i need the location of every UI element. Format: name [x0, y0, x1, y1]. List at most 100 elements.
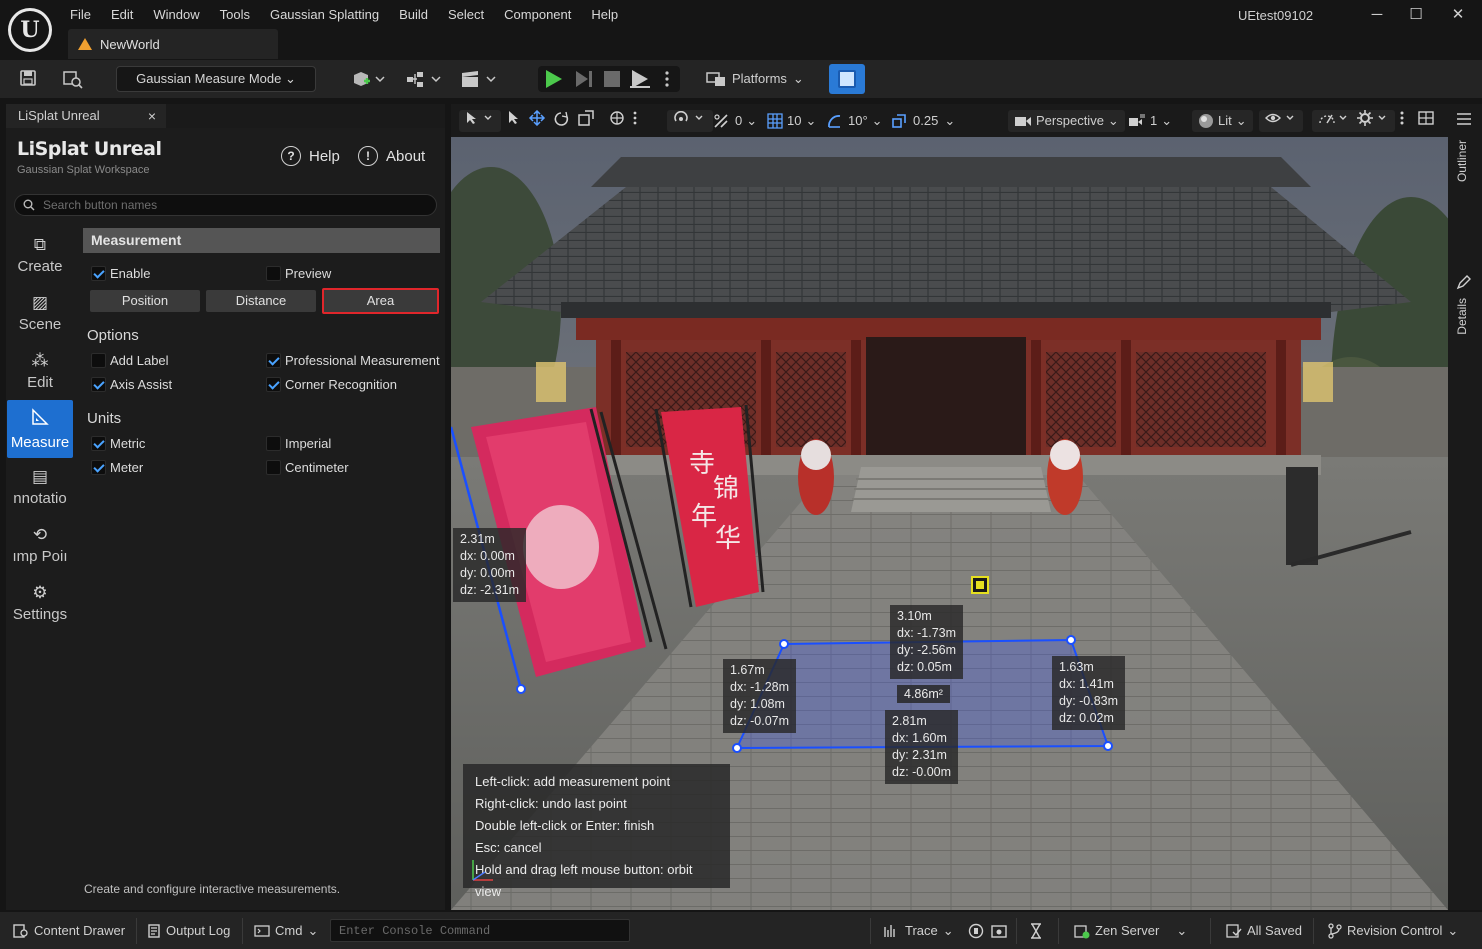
imperial-checkbox[interactable]: Imperial: [266, 436, 331, 451]
nav-jump-point[interactable]: ⟲ ımp Poiı: [7, 516, 73, 574]
all-saved-status[interactable]: All Saved: [1226, 922, 1302, 940]
image-icon: ▨: [31, 292, 49, 312]
right-edge-length: 1.63m: [1059, 660, 1094, 674]
rotate-snap-dropdown[interactable]: 10° ⌄: [826, 110, 883, 132]
content-drawer-button[interactable]: Content Drawer: [13, 922, 125, 940]
viewport-options-icon[interactable]: [1399, 110, 1405, 132]
enable-checkbox[interactable]: Enable: [91, 266, 150, 281]
select-mode-dropdown[interactable]: [459, 110, 501, 132]
jump-point-icon: ⟲: [32, 524, 48, 544]
nav-measure[interactable]: Measure: [7, 400, 73, 458]
perspective-dropdown[interactable]: Perspective ⌄: [1008, 110, 1125, 132]
layout-icon[interactable]: [1418, 110, 1434, 132]
left-edge-dx: dx: -1.28m: [730, 680, 790, 694]
centimeter-checkbox[interactable]: Centimeter: [266, 460, 349, 475]
menu-file[interactable]: File: [60, 5, 101, 25]
axis-gizmo-icon: [472, 860, 493, 881]
menu-component[interactable]: Component: [494, 5, 581, 25]
close-window-button[interactable]: ✕: [1443, 4, 1473, 26]
camera-speed-dropdown[interactable]: 1 ⌄: [1128, 110, 1172, 132]
position-button[interactable]: Position: [90, 290, 200, 312]
help-line: Hold and drag left mouse button: orbit v…: [475, 862, 693, 899]
lisplat-plugin-button[interactable]: [829, 64, 865, 94]
console-input[interactable]: [339, 920, 619, 941]
panel-tab-close-icon[interactable]: ×: [142, 104, 162, 128]
about-label: About: [386, 147, 426, 165]
viewport[interactable]: 寺 锦 年 华 2.31m dx: 0.00m dy: 0.00m dz: -2…: [451, 137, 1448, 910]
surface-snap-dropdown[interactable]: [667, 110, 713, 132]
search-box[interactable]: [14, 194, 437, 216]
maximize-button[interactable]: ☐: [1401, 4, 1431, 26]
output-log-button[interactable]: Output Log: [147, 922, 230, 940]
browse-content-icon[interactable]: [62, 69, 84, 89]
menu-build[interactable]: Build: [389, 5, 438, 25]
add-label-checkbox[interactable]: Add Label: [91, 353, 169, 368]
project-name: UEtest09102: [1238, 8, 1314, 23]
nav-annotation-label: nnotatio: [13, 489, 67, 507]
nav-create[interactable]: ⧉ Create: [7, 226, 73, 284]
unreal-logo-icon[interactable]: U: [8, 8, 52, 52]
menu-tools[interactable]: Tools: [210, 5, 260, 25]
screenshot-icon[interactable]: [991, 922, 1007, 940]
menu-help[interactable]: Help: [581, 5, 628, 25]
professional-measurement-label: Professional Measurement: [285, 353, 440, 368]
menu-edit[interactable]: Edit: [101, 5, 143, 25]
search-input[interactable]: [43, 198, 423, 212]
about-button[interactable]: ! About: [358, 145, 425, 167]
trace-dropdown[interactable]: Trace ⌄: [884, 922, 954, 940]
lighting-dropdown[interactable]: Lit ⌄: [1192, 110, 1253, 132]
console-box[interactable]: [330, 919, 630, 942]
record-icon[interactable]: [968, 922, 984, 940]
help-label: Help: [309, 147, 340, 165]
menu-bar: File Edit Window Tools Gaussian Splattin…: [60, 5, 628, 25]
world-local-toggle[interactable]: [609, 110, 641, 132]
platforms-button[interactable]: Platforms ⌄: [706, 68, 804, 90]
bottom-edge-length: 2.81m: [892, 714, 927, 728]
nav-settings[interactable]: ⚙ Settings: [7, 574, 73, 632]
section-measurement[interactable]: Measurement: [83, 228, 440, 253]
menu-gaussian-splatting[interactable]: Gaussian Splatting: [260, 5, 389, 25]
details-tab[interactable]: Details: [1455, 298, 1469, 335]
level-tab[interactable]: NewWorld: [68, 29, 278, 59]
professional-measurement-checkbox[interactable]: Professional Measurement: [266, 353, 440, 368]
select-tool-icon[interactable]: [506, 109, 596, 132]
nav-scene[interactable]: ▨ Scene: [7, 284, 73, 342]
platforms-label: Platforms: [732, 71, 787, 86]
hamburger-icon[interactable]: [1456, 112, 1472, 126]
meter-checkbox[interactable]: Meter: [91, 460, 143, 475]
area-button[interactable]: Area: [322, 288, 439, 314]
minimize-button[interactable]: ─: [1362, 4, 1392, 26]
menu-select[interactable]: Select: [438, 5, 494, 25]
scale-snap-dropdown[interactable]: 0.25 ⌄: [891, 110, 955, 132]
nav-edit[interactable]: ⁂ Edit: [7, 342, 73, 400]
cmd-dropdown[interactable]: Cmd ⌄: [254, 922, 318, 940]
corner-recognition-checkbox[interactable]: Corner Recognition: [266, 377, 397, 392]
cinematics-icon[interactable]: [460, 69, 498, 89]
viewport-settings-dropdown[interactable]: [1351, 110, 1395, 132]
mode-dropdown[interactable]: Gaussian Measure Mode ⌄: [116, 66, 316, 92]
eye-icon: [1265, 113, 1294, 123]
zen-server-dropdown[interactable]: Zen Server ⌄: [1074, 922, 1187, 940]
divider: [1016, 918, 1017, 944]
blueprint-icon[interactable]: [405, 69, 443, 89]
add-actor-icon[interactable]: [351, 69, 387, 89]
save-icon[interactable]: [19, 69, 37, 89]
branch-icon: [1328, 923, 1342, 939]
distance-button[interactable]: Distance: [206, 290, 316, 312]
metric-checkbox[interactable]: Metric: [91, 436, 145, 451]
scalability-dropdown[interactable]: [1312, 110, 1356, 132]
menu-window[interactable]: Window: [143, 5, 209, 25]
nav-annotation[interactable]: ▤ nnotatio: [7, 458, 73, 516]
cursor-icon: [467, 112, 492, 124]
outliner-tab[interactable]: Outliner: [1455, 140, 1469, 182]
bottom-edge-dy: dy: 2.31m: [892, 748, 947, 762]
revision-control-dropdown[interactable]: Revision Control ⌄: [1328, 922, 1458, 940]
help-button[interactable]: ? Help: [281, 145, 340, 167]
translate-snap-dropdown[interactable]: 0 ⌄: [713, 110, 757, 132]
axis-assist-checkbox[interactable]: Axis Assist: [91, 377, 172, 392]
preview-checkbox[interactable]: Preview: [266, 266, 331, 281]
show-flags-dropdown[interactable]: [1259, 110, 1303, 132]
app-title: LiSplat Unreal: [17, 138, 162, 160]
grid-snap-dropdown[interactable]: 10 ⌄: [767, 110, 816, 132]
hourglass-icon[interactable]: [1029, 922, 1043, 940]
